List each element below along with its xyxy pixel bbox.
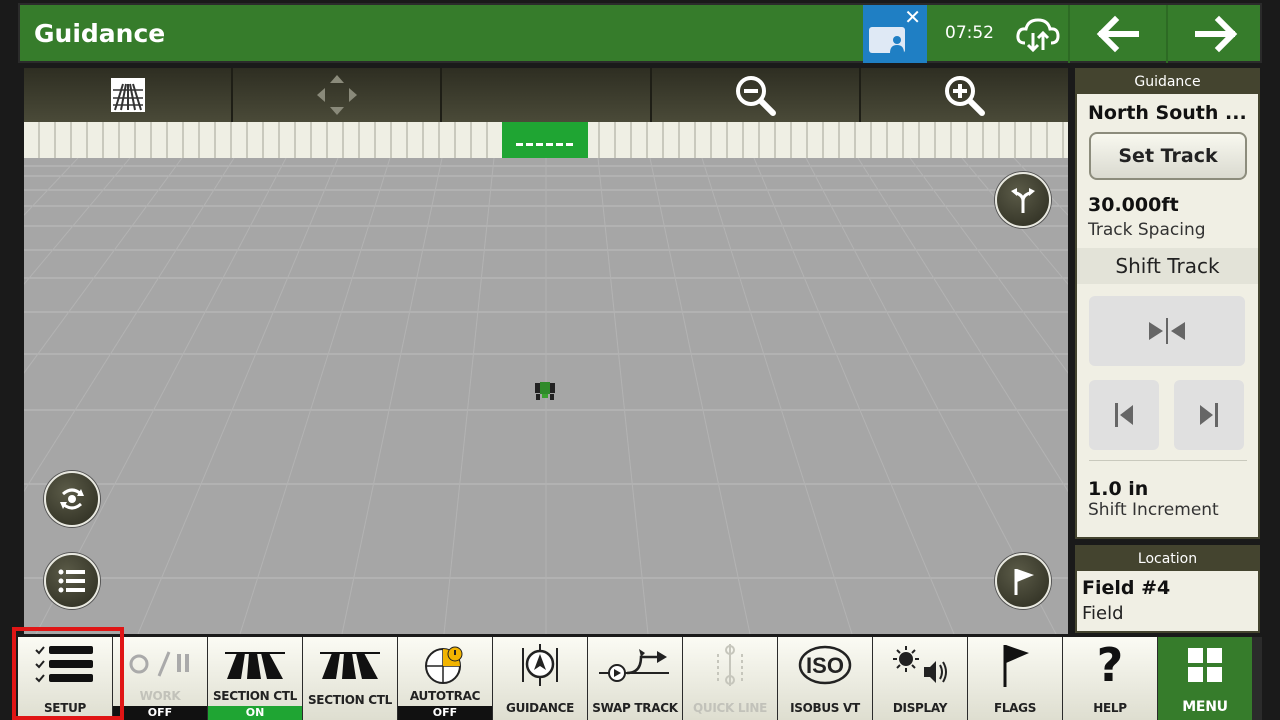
- shift-left-button[interactable]: [1089, 380, 1159, 450]
- help-label: HELP: [1093, 701, 1127, 715]
- autotrac-status: OFF: [398, 706, 492, 720]
- swap-track-icon: [588, 641, 682, 689]
- quick-line-label: QUICK LINE: [692, 701, 768, 715]
- autotrac-button[interactable]: AUTOTRAC OFF: [398, 637, 492, 720]
- swath-view-button[interactable]: [44, 471, 100, 527]
- close-icon: ✕: [904, 5, 921, 29]
- track-direction-button[interactable]: [995, 172, 1051, 228]
- zoom-in-icon: [945, 76, 986, 116]
- shift-increment-value: 1.0 in: [1088, 478, 1149, 500]
- flag-icon: [968, 641, 1062, 689]
- shift-left-icon: [1115, 403, 1133, 427]
- layers-list-button[interactable]: [44, 553, 100, 609]
- flag-icon: [1014, 569, 1034, 595]
- location-panel[interactable]: Location Field #4 Field: [1075, 545, 1260, 633]
- help-icon: ?: [1096, 638, 1124, 692]
- menu-button[interactable]: MENU: [1158, 637, 1252, 720]
- pan-arrows-icon: [316, 75, 357, 115]
- display-button[interactable]: DISPLAY: [873, 637, 967, 720]
- autotrac-label: AUTOTRAC: [409, 689, 481, 703]
- section-control-2-button[interactable]: SECTION CTL: [303, 637, 397, 720]
- map-view-button[interactable]: [24, 68, 234, 122]
- swap-track-label: SWAP TRACK: [592, 701, 678, 715]
- setup-label: SETUP: [43, 701, 87, 715]
- guidance-panel: Guidance North South ... Set Track 30.00…: [1075, 68, 1260, 539]
- track-name: North South ...: [1088, 102, 1247, 124]
- forward-button[interactable]: [1168, 5, 1264, 63]
- flag-button[interactable]: [995, 553, 1051, 609]
- shift-increment-label: Shift Increment: [1088, 500, 1219, 520]
- swap-track-button[interactable]: SWAP TRACK: [588, 637, 682, 720]
- cloud-sync-icon[interactable]: [1015, 15, 1061, 55]
- header-bar: Guidance ✕ 07:52: [18, 3, 1262, 63]
- clock: 07:52: [945, 23, 994, 43]
- toolbar-empty-slot: [442, 68, 652, 122]
- setup-button[interactable]: SETUP: [18, 637, 112, 720]
- panel-heading: Guidance: [1077, 70, 1258, 94]
- brightness-volume-icon: [873, 641, 967, 689]
- recenter-track-button[interactable]: [1089, 296, 1245, 366]
- section-ctl-status: ON: [208, 706, 302, 720]
- rotate-view-icon: [60, 488, 84, 510]
- operator-login-button[interactable]: ✕: [863, 5, 927, 63]
- active-section-indicator: [502, 122, 588, 158]
- operator-icon: [890, 36, 904, 53]
- arrow-left-icon: [1096, 15, 1139, 53]
- quick-line-icon: [683, 641, 777, 689]
- guidance-map[interactable]: [24, 68, 1068, 634]
- guidance-label: GUIDANCE: [506, 701, 574, 715]
- flags-label: FLAGS: [993, 701, 1037, 715]
- page-title: Guidance: [34, 19, 166, 48]
- section-control-icon: [303, 641, 397, 689]
- flags-button[interactable]: FLAGS: [968, 637, 1062, 720]
- shift-right-button[interactable]: [1174, 380, 1244, 450]
- guidance-icon: [493, 641, 587, 689]
- menu-label: MENU: [1182, 699, 1228, 715]
- pan-button[interactable]: [233, 68, 443, 122]
- svg-text:ISO: ISO: [806, 653, 844, 678]
- list-icon: [58, 569, 85, 593]
- shift-right-icon: [1200, 403, 1218, 427]
- map-toolbar: [24, 68, 1068, 122]
- help-button[interactable]: ? HELP: [1063, 637, 1157, 720]
- record-pause-icon: [113, 641, 207, 689]
- zoom-out-icon: [736, 76, 777, 116]
- section-ctl-label: SECTION CTL: [212, 689, 298, 703]
- set-track-button[interactable]: Set Track: [1089, 132, 1247, 180]
- display-label: DISPLAY: [892, 701, 948, 715]
- grid-view-icon: [110, 78, 145, 112]
- section-ctl-2-label: SECTION CTL: [307, 693, 393, 707]
- recenter-icon: [1149, 318, 1185, 344]
- divider: [1089, 460, 1247, 461]
- split-arrows-icon: [1011, 188, 1035, 213]
- isobus-vt-label: ISOBUS VT: [790, 701, 860, 715]
- shift-track-heading: Shift Track: [1077, 248, 1258, 284]
- tractor-icon: [535, 382, 555, 400]
- zoom-out-button[interactable]: [652, 68, 861, 122]
- section-control-icon: [208, 641, 302, 689]
- work-status: OFF: [113, 706, 207, 720]
- isobus-vt-button[interactable]: ISO ISOBUS VT: [778, 637, 872, 720]
- panel-heading: Location: [1077, 547, 1258, 571]
- checklist-icon: [18, 641, 112, 689]
- grid-menu-icon: [1158, 641, 1252, 689]
- back-button[interactable]: [1070, 5, 1166, 63]
- field-type: Field: [1082, 603, 1124, 624]
- work-label: WORK: [139, 689, 181, 703]
- autotrac-icon: [398, 641, 492, 689]
- zoom-in-button[interactable]: [861, 68, 1068, 122]
- quick-line-button[interactable]: QUICK LINE: [683, 637, 777, 720]
- field-name: Field #4: [1082, 577, 1171, 599]
- track-spacing-label: Track Spacing: [1088, 220, 1206, 240]
- guidance-button[interactable]: GUIDANCE: [493, 637, 587, 720]
- isobus-icon: ISO: [778, 641, 872, 689]
- track-spacing-value: 30.000ft: [1088, 194, 1179, 216]
- arrow-right-icon: [1195, 15, 1238, 53]
- work-button[interactable]: WORK OFF: [113, 637, 207, 720]
- section-control-button[interactable]: SECTION CTL ON: [208, 637, 302, 720]
- shortcut-bar: SETUP WORK OFF SECTION CTL ON SECTION CT…: [18, 637, 1262, 720]
- display-frame: Guidance ✕ 07:52 Guidance North South ..…: [0, 0, 1280, 720]
